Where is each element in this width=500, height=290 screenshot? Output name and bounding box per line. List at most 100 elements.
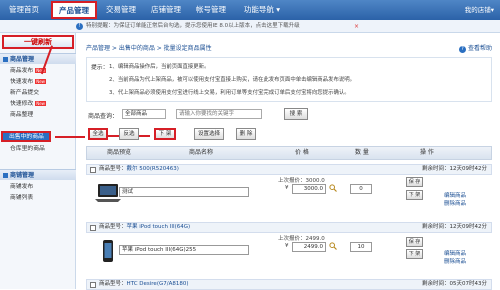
currency-symbol: ¥ bbox=[285, 243, 289, 249]
one-click-refresh-button[interactable]: 一键刷新 bbox=[2, 35, 74, 49]
invert-select-button[interactable]: 反选 bbox=[119, 128, 139, 140]
search-icon[interactable] bbox=[329, 242, 337, 250]
product-checkbox[interactable] bbox=[90, 167, 96, 173]
nav-account-management[interactable]: 帐号管理 bbox=[191, 0, 231, 20]
model-link[interactable]: 戴尔 500(R520463) bbox=[127, 166, 179, 172]
top-navbar: 管理首页 产品管理 交易管理 店铺管理 帐号管理 功能导航 ▾ 我的店铺▾ bbox=[0, 0, 500, 20]
my-store-menu[interactable]: 我的店铺▾ bbox=[465, 0, 494, 20]
col-qty: 数 量 bbox=[355, 149, 369, 156]
tip-line: 1、编辑商品操作后，当前页面直接更新。 bbox=[109, 64, 210, 70]
model-label: 商品型号： bbox=[99, 224, 127, 230]
sidebar-item-label: 商品发布 bbox=[10, 68, 34, 74]
product-row-header: 商品型号：苹果 iPod touch III(64G) 剩余时间：12天09时4… bbox=[86, 222, 492, 233]
sidebar-item-organize[interactable]: 商品整理 bbox=[0, 110, 76, 121]
tips-title: 提示： bbox=[91, 65, 109, 71]
sidebar-item-new-product[interactable]: 新产品提交 bbox=[0, 88, 76, 99]
col-name: 商品名称 bbox=[189, 149, 214, 156]
quantity-input[interactable]: 0 bbox=[350, 184, 372, 194]
search-input[interactable]: 请输入你要找的关键字 bbox=[176, 109, 262, 119]
nav-function-menu[interactable]: 功能导航 ▾ bbox=[238, 0, 286, 20]
col-ops: 操 作 bbox=[420, 149, 434, 156]
quantity-input[interactable]: 10 bbox=[350, 242, 372, 252]
notice-bar: ! 特别提醒：为保证订单能正常后台勾选，提示您使用IE 8.0以上版本，点击这里… bbox=[0, 20, 500, 33]
help-label: 查看帮助 bbox=[467, 45, 492, 52]
product-checkbox[interactable] bbox=[90, 282, 96, 288]
model-link[interactable]: HTC Desire(G7/A8180) bbox=[127, 281, 189, 287]
notice-text: 特别提醒：为保证订单能正常后台勾选，提示您使用IE 8.0以上版本，点击这里下载… bbox=[86, 23, 300, 29]
nav-product-management[interactable]: 产品管理 bbox=[51, 1, 97, 19]
sidebar-item-quick-edit[interactable]: 快速修改 New bbox=[0, 99, 76, 110]
tip-line: 3、代上架商品必须使用支付宝进行线上交易，利用订单等支付宝完成订单后支付宝将向您… bbox=[109, 90, 350, 96]
nav-store-management[interactable]: 店铺管理 bbox=[146, 0, 186, 20]
product-checkbox[interactable] bbox=[90, 225, 96, 231]
price-input[interactable]: 3000.0 bbox=[292, 184, 326, 194]
laptop-image bbox=[95, 184, 121, 202]
product-row: 商品型号：戴尔 500(R520463) 剩余时间：12天09时42分 测试 上… bbox=[86, 164, 492, 221]
sidebar-item-warehouse[interactable]: 仓库里的商品 bbox=[0, 144, 76, 155]
product-row-header: 商品型号：HTC Desire(G7/A8180) 剩余时间：05天07时43分 bbox=[86, 279, 492, 290]
model-label: 商品型号： bbox=[99, 281, 127, 287]
search-button[interactable]: 搜 索 bbox=[284, 108, 308, 120]
col-price: 价 格 bbox=[295, 149, 309, 156]
new-badge: New bbox=[35, 79, 46, 84]
product-model: 商品型号：HTC Desire(G7/A8180) bbox=[99, 280, 188, 289]
sidebar-item-publish[interactable]: 商品发布 New bbox=[0, 66, 76, 77]
new-badge: New bbox=[35, 101, 46, 106]
product-model: 商品型号：苹果 iPod touch III(64G) bbox=[99, 223, 190, 232]
sidebar-item-label: 快速修改 bbox=[10, 101, 34, 107]
edit-product-link[interactable]: 编辑商品 bbox=[444, 249, 466, 257]
select-all-button[interactable]: 全选 bbox=[88, 128, 108, 140]
product-row-header: 商品型号：戴尔 500(R520463) 剩余时间：12天09时42分 bbox=[86, 164, 492, 175]
last-price: 上次报价：3000.0 bbox=[278, 178, 325, 184]
annotation-arrow bbox=[55, 136, 85, 138]
product-model: 商品型号：戴尔 500(R520463) bbox=[99, 165, 179, 174]
take-offline-button[interactable]: 下 架 bbox=[154, 128, 176, 140]
nav-home[interactable]: 管理首页 bbox=[4, 0, 44, 20]
help-link[interactable]: ? 查看帮助 bbox=[458, 43, 492, 53]
delete-product-link[interactable]: 删除商品 bbox=[444, 257, 466, 265]
delete-product-link[interactable]: 删除商品 bbox=[444, 199, 466, 207]
product-name-input[interactable]: 测试 bbox=[119, 187, 249, 197]
bulk-actions: 全选 反选 下 架 设置选择 删 除 bbox=[86, 126, 492, 142]
help-icon: ? bbox=[458, 46, 466, 53]
info-icon: ! bbox=[76, 23, 83, 30]
sidebar: 一键刷新 商品管理 商品发布 New 快速发布 New 新产品提交 快速修改 New … bbox=[0, 33, 76, 289]
save-button[interactable]: 保 存 bbox=[406, 177, 423, 187]
product-row: 商品型号：苹果 iPod touch III(64G) 剩余时间：12天09时4… bbox=[86, 222, 492, 279]
breadcrumb: 产品管理 > 出售中的商品 > 批量设定商品属性 bbox=[86, 45, 212, 52]
phone-image bbox=[103, 240, 113, 262]
currency-symbol: ¥ bbox=[285, 185, 289, 191]
sidebar-item-on-sale[interactable]: 出售中的商品 bbox=[1, 131, 51, 142]
sidebar-item-shop-publish[interactable]: 商铺发布 bbox=[0, 182, 76, 193]
search-bar: 商品查询： 全部商品 请输入你要找的关键字 搜 索 bbox=[86, 107, 492, 123]
price-input[interactable]: 2499.0 bbox=[292, 242, 326, 252]
nav-trade-management[interactable]: 交易管理 bbox=[101, 0, 141, 20]
search-category-select[interactable]: 全部商品 bbox=[122, 109, 166, 119]
table-header: 商品预览 商品名称 价 格 数 量 操 作 bbox=[86, 146, 492, 160]
model-link[interactable]: 苹果 iPod touch III(64G) bbox=[127, 224, 191, 230]
take-offline-button[interactable]: 下 架 bbox=[406, 249, 423, 259]
col-preview: 商品预览 bbox=[107, 149, 132, 156]
tip-line: 2、当前商品为代上架商品，被可以使用支付宝直接上购买，请在此发布页面中单击编辑商… bbox=[109, 77, 356, 83]
remaining-time: 剩余时间：12天09时42分 bbox=[422, 166, 487, 172]
model-label: 商品型号： bbox=[99, 166, 127, 172]
save-button[interactable]: 保 存 bbox=[406, 237, 423, 247]
take-offline-button[interactable]: 下 架 bbox=[406, 190, 423, 200]
edit-product-link[interactable]: 编辑商品 bbox=[444, 191, 466, 199]
search-label: 商品查询： bbox=[88, 113, 119, 120]
delete-button[interactable]: 删 除 bbox=[236, 128, 256, 140]
sidebar-item-quick-publish[interactable]: 快速发布 New bbox=[0, 77, 76, 88]
sidebar-item-label: 快速发布 bbox=[10, 79, 34, 85]
set-selection-button[interactable]: 设置选择 bbox=[194, 128, 224, 140]
last-price: 上次报价：2499.0 bbox=[278, 236, 325, 242]
remaining-time: 剩余时间：05天07时43分 bbox=[422, 281, 487, 287]
remaining-time: 剩余时间：12天09时42分 bbox=[422, 224, 487, 230]
search-icon[interactable] bbox=[329, 184, 337, 192]
tips-panel: 提示： 1、编辑商品操作后，当前页面直接更新。 2、当前商品为代上架商品，被可以… bbox=[86, 57, 492, 102]
product-name-input[interactable]: 苹果 iPod touch III(64G)255 bbox=[119, 245, 249, 255]
sidebar-item-shop-list[interactable]: 商铺列表 bbox=[0, 193, 76, 204]
sidebar-group-shop[interactable]: 商铺管理 bbox=[0, 169, 76, 180]
product-row: 商品型号：HTC Desire(G7/A8180) 剩余时间：05天07时43分 bbox=[86, 279, 492, 290]
sidebar-group-product[interactable]: 商品管理 bbox=[0, 53, 76, 64]
close-icon[interactable]: × bbox=[354, 23, 359, 30]
